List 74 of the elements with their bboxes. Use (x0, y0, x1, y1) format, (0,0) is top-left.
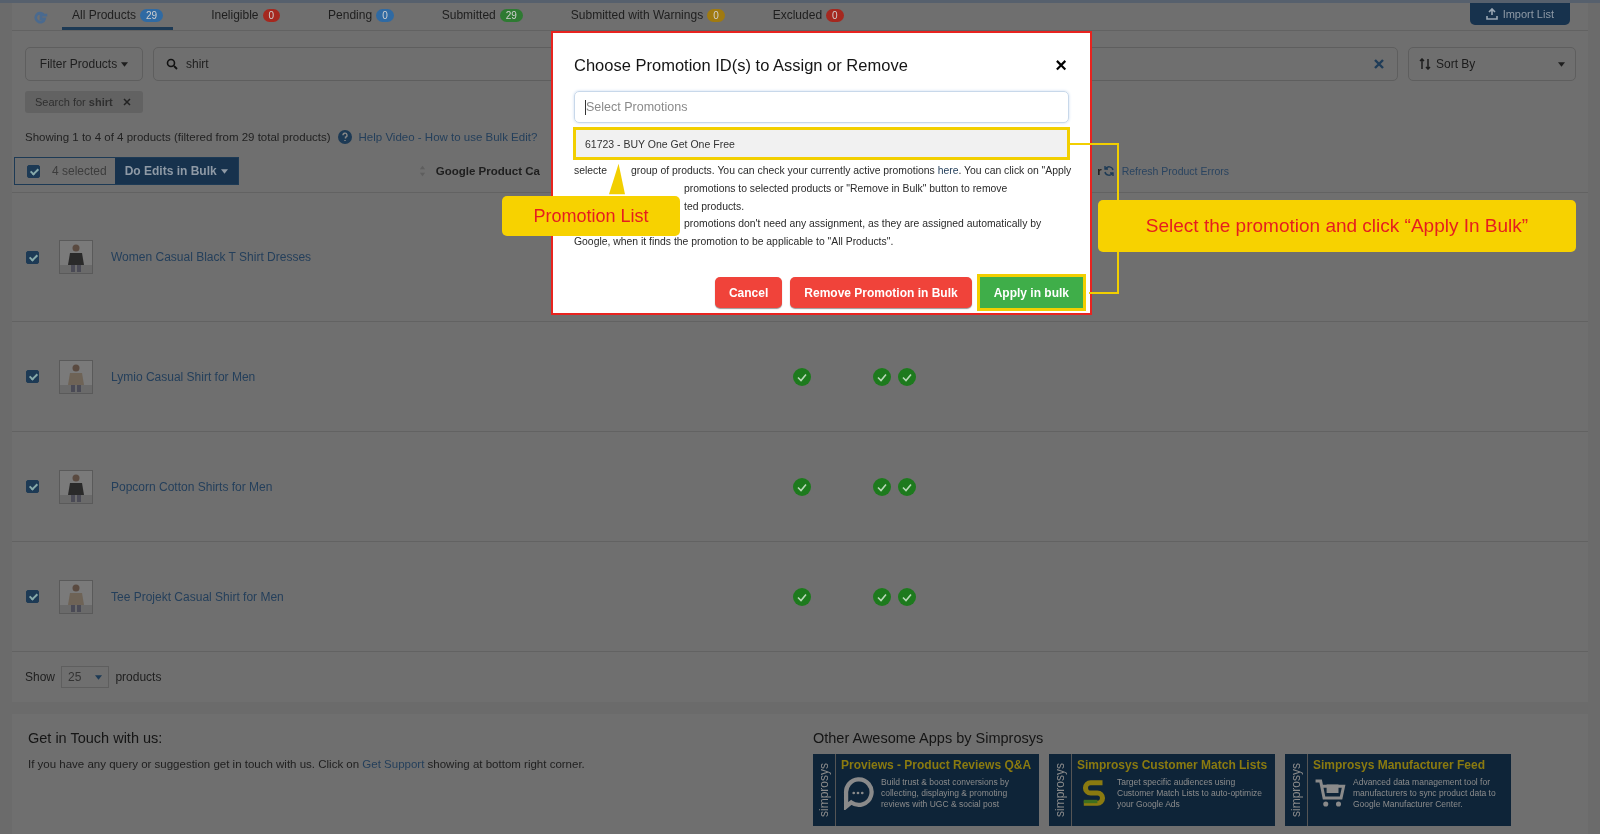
remove-button[interactable]: Remove Promotion in Bulk (790, 277, 972, 308)
app-title: Proviews - Product Reviews Q&A (841, 758, 1033, 772)
tab[interactable]: Excluded 0 (762, 3, 854, 30)
tab[interactable]: Submitted 29 (431, 3, 533, 30)
product-name-link[interactable]: Women Casual Black T Shirt Dresses (111, 250, 411, 264)
sort-icon (1419, 58, 1431, 70)
app-description: Build trust & boost conversions by collecting, displaying & promoting reviews with UGC & social post (881, 776, 1011, 810)
product-name-link[interactable]: Tee Projekt Casual Shirt for Men (111, 589, 411, 604)
contact-text: If you have any query or suggestion get in touch with us. Click on Get Support showing at bottom right corner. (28, 758, 586, 770)
tab[interactable]: All Products 29 (62, 3, 174, 30)
contact-heading: Get in Touch with us: (28, 730, 164, 746)
count-badge: 0 (376, 8, 394, 22)
count-badge: 29 (499, 8, 523, 22)
count-badge: 0 (826, 8, 844, 22)
upload-icon (1485, 8, 1498, 20)
dialog-text: promotions to selected products or "Remove in Bulk" button to remove (684, 181, 1008, 196)
dialog-text: group of products. You can check your currently active promotions here. You can click on "Apply (630, 164, 1072, 178)
tab[interactable]: Submitted with Warnings 0 (560, 3, 735, 30)
brand-logo: simprosys (817, 763, 831, 817)
caret-icon (95, 674, 103, 680)
app-title: Simprosys Customer Match Lists (1077, 758, 1269, 772)
dialog-text: Google, when it finds the promotion to be applicable to "All Products". (574, 235, 894, 250)
support-link[interactable]: Get Support (362, 758, 425, 770)
callout-label: Select the promotion and click “Apply In Bulk” (1098, 200, 1576, 252)
row-checkbox[interactable] (26, 480, 39, 493)
brand-logo: simprosys (1289, 763, 1303, 817)
search-icon (166, 58, 178, 70)
app-description: Target specific audiences using Customer Match Lists to auto-optimize your Google Ads (1117, 776, 1264, 810)
app-banner[interactable]: simprosys Simprosys Manufacturer Feed Advanced data management tool for manufacturers to sync product data to Google Manufacturer Center. (1285, 754, 1511, 826)
count-badge: 0 (707, 8, 725, 22)
show-label: Show (25, 670, 56, 684)
app-title: Simprosys Manufacturer Feed (1313, 758, 1487, 772)
column-header[interactable]: r (1097, 165, 1102, 177)
select-all-checkbox[interactable] (27, 164, 40, 178)
chat-bubble-icon (841, 776, 875, 810)
apply-button[interactable]: Apply in bulk (979, 277, 1083, 308)
promotion-option[interactable]: 61723 - BUY One Get One Free (573, 127, 1070, 160)
page-size-select[interactable]: 25 (61, 666, 110, 688)
dialog-title: Choose Promotion ID(s) to Assign or Remove (574, 55, 908, 75)
import-button[interactable]: Import List (1469, 3, 1570, 25)
tab[interactable]: Pending 0 (318, 3, 404, 30)
close-button[interactable]: × (1053, 55, 1069, 75)
caret-icon (1558, 61, 1565, 67)
refresh-errors-link[interactable]: Refresh Product Errors (1121, 165, 1229, 177)
count-badge: 0 (262, 8, 281, 22)
close-icon[interactable] (120, 96, 133, 108)
count-badge: 29 (140, 8, 164, 22)
product-name-link[interactable]: Lymio Casual Shirt for Men (111, 369, 411, 384)
app-banner[interactable]: simprosys Simprosys Customer Match Lists Target specific audiences using Customer Match Lists to auto-optimize your Google Ads (1049, 754, 1275, 826)
filter-button[interactable]: Filter Products (25, 47, 143, 81)
row-checkbox[interactable] (26, 590, 39, 603)
help-icon[interactable] (337, 130, 352, 144)
help-video-link[interactable]: Help Video - How to use Bulk Edit? (358, 131, 538, 143)
cancel-button[interactable]: Cancel (714, 277, 783, 308)
bulk-edit-button[interactable]: Do Edits in Bulk (114, 158, 238, 184)
row-checkbox[interactable] (26, 250, 39, 264)
brand-logo: simprosys (1053, 763, 1067, 817)
row-checkbox[interactable] (26, 370, 39, 383)
column-header[interactable]: Google Product Ca (435, 165, 540, 177)
results-summary: Showing 1 to 4 of 4 products (filtered from 29 total products) (25, 131, 331, 143)
products-label: products (115, 670, 162, 684)
tab[interactable]: Ineligible 0 (201, 3, 291, 30)
product-name-link[interactable]: Popcorn Cotton Shirts for Men (111, 479, 411, 494)
app-banner[interactable]: simprosys Proviews - Product Reviews Q&A Build trust & boost conversions by collecting, displaying & promoting reviews with UGC & social post (813, 754, 1039, 826)
promotion-select[interactable]: Select Promotions (574, 91, 1069, 123)
caret-icon (121, 61, 129, 67)
app-description: Advanced data management tool for manufacturers to sync product data to Google Manufacturer Center. (1353, 776, 1497, 810)
dialog-text: promotions don't need any assignment, as they are assigned automatically by (684, 217, 1042, 232)
dialog-text: selecte (574, 164, 607, 178)
callout-label: Promotion List (502, 196, 680, 236)
apps-heading: Other Awesome Apps by Simprosys (813, 730, 1045, 746)
sort-dropdown[interactable]: Sort By (1408, 47, 1576, 81)
dialog-text: ted products. (684, 199, 745, 214)
caret-icon (220, 168, 228, 174)
